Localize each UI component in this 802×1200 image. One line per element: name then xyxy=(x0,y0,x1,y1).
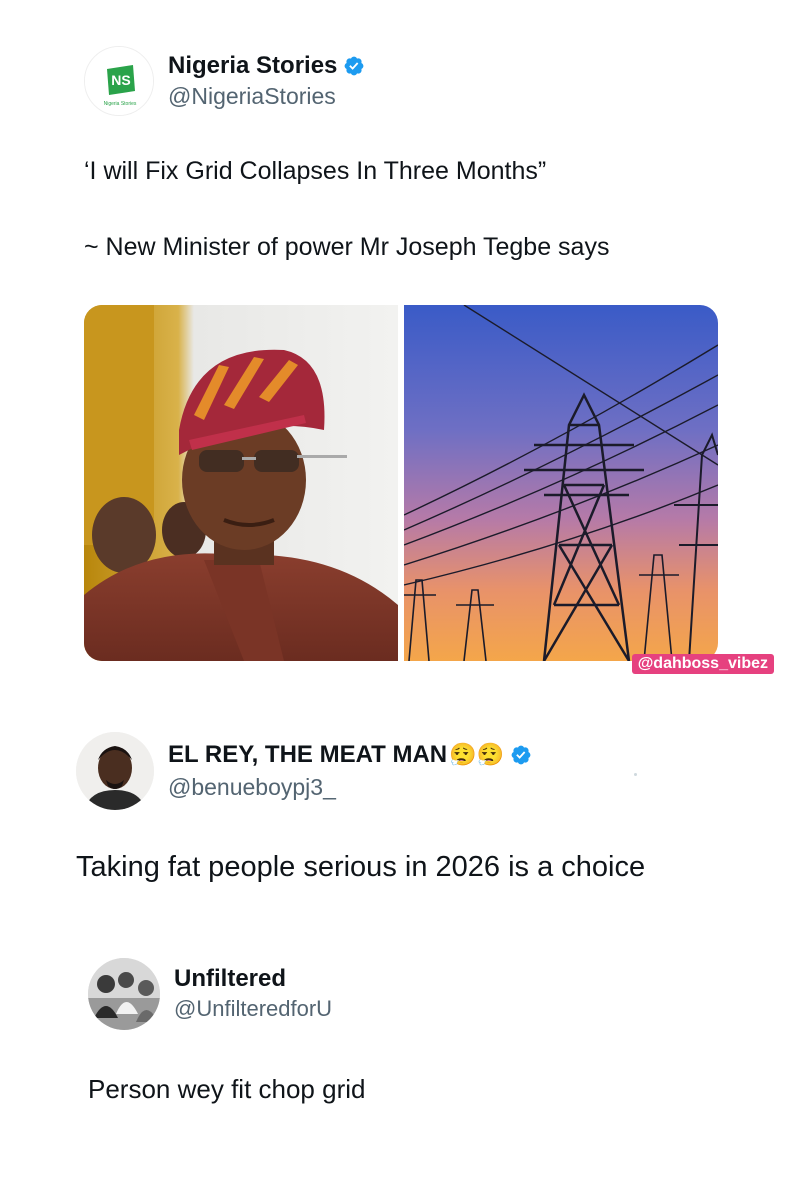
handle[interactable]: @NigeriaStories xyxy=(168,83,336,110)
tweet-text-line: ‘I will Fix Grid Collapses In Three Mont… xyxy=(84,157,547,185)
tweet-el-rey: EL REY, THE MEAT MAN 😮‍💨😮‍💨 @benueboypj3… xyxy=(0,720,802,900)
nigeria-stories-logo: NS Nigeria Stories xyxy=(85,47,153,115)
avatar[interactable] xyxy=(88,958,160,1030)
power-lines-photo[interactable] xyxy=(404,305,718,661)
author-name-row: Unfiltered xyxy=(174,964,286,994)
verified-badge-icon xyxy=(343,55,365,77)
watermark: @dahboss_vibez xyxy=(631,654,774,674)
author-name-row: EL REY, THE MEAT MAN 😮‍💨😮‍💨 xyxy=(168,738,532,772)
author-name-row: Nigeria Stories xyxy=(168,50,365,82)
handle[interactable]: @benueboypj3_ xyxy=(168,774,336,801)
tweet-text-line: ~ New Minister of power Mr Joseph Tegbe … xyxy=(84,233,610,261)
profile-photo xyxy=(76,732,154,810)
display-name[interactable]: Unfiltered xyxy=(174,965,286,993)
display-name[interactable]: Nigeria Stories xyxy=(168,52,337,80)
tweet-nigeria-stories: NS Nigeria Stories Nigeria Stories @Nige… xyxy=(0,0,802,700)
handle[interactable]: @UnfilteredforU xyxy=(174,996,332,1022)
profile-photo xyxy=(88,958,160,1030)
tweet-text-line: Person wey fit chop grid xyxy=(88,1074,366,1104)
avatar[interactable]: NS Nigeria Stories xyxy=(84,46,154,116)
separator-dot xyxy=(634,773,637,776)
minister-photo[interactable] xyxy=(84,305,398,661)
avatar[interactable] xyxy=(76,732,154,810)
svg-text:NS: NS xyxy=(111,72,130,88)
tweet-unfiltered: Unfiltered @UnfilteredforU Person wey fi… xyxy=(0,950,802,1130)
display-name[interactable]: EL REY, THE MEAT MAN xyxy=(168,741,447,769)
exhale-face-icon: 😮‍💨😮‍💨 xyxy=(449,742,504,767)
tweet-text-line: Taking fat people serious in 2026 is a c… xyxy=(76,851,646,883)
svg-text:Nigeria Stories: Nigeria Stories xyxy=(104,101,137,107)
media-grid[interactable] xyxy=(84,305,718,661)
verified-badge-icon xyxy=(510,744,532,766)
